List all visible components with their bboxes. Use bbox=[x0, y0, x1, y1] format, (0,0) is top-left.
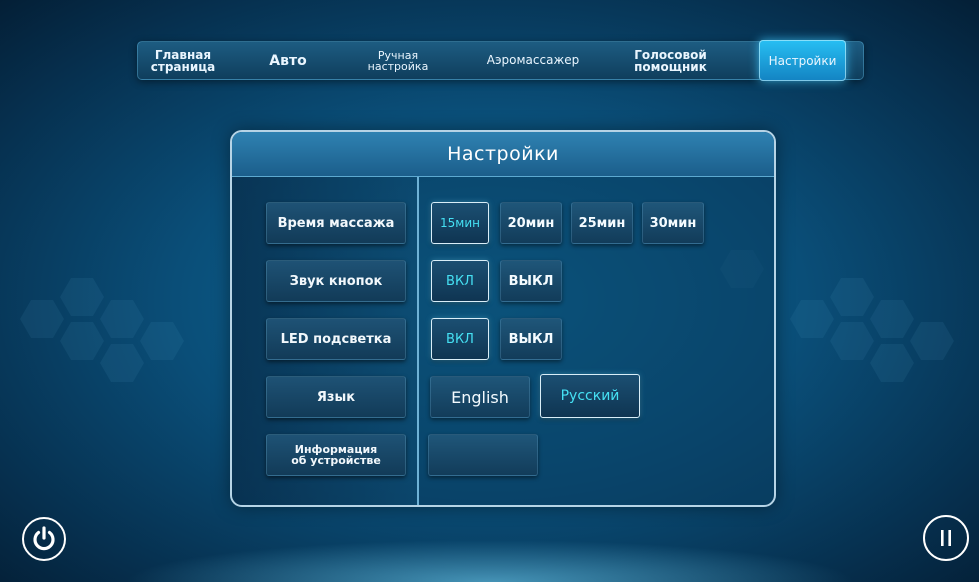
nav-item-label: Настройки bbox=[768, 53, 837, 68]
button-sound-off[interactable]: ВЫКЛ bbox=[500, 260, 562, 302]
nav-item-label: Главная страница bbox=[150, 47, 216, 74]
power-button[interactable] bbox=[22, 517, 66, 561]
led-on[interactable]: ВКЛ bbox=[431, 318, 489, 360]
nav-item-home[interactable]: Главная страница bbox=[148, 42, 218, 79]
device-info-button[interactable]: Информация об устройстве bbox=[266, 434, 406, 476]
hex-decoration bbox=[100, 344, 144, 382]
language-label: Язык bbox=[266, 376, 406, 418]
pause-button[interactable] bbox=[923, 515, 969, 561]
nav-item-manual[interactable]: Ручная настройка bbox=[358, 42, 438, 79]
panel-title: Настройки bbox=[447, 143, 559, 165]
hex-decoration bbox=[20, 300, 64, 338]
time-option-15[interactable]: 15мин bbox=[431, 202, 489, 244]
time-option-25[interactable]: 25мин bbox=[571, 202, 633, 244]
hex-decoration bbox=[830, 278, 874, 316]
nav-item-settings[interactable]: Настройки bbox=[759, 40, 846, 81]
hex-decoration bbox=[830, 322, 874, 360]
hex-decoration bbox=[100, 300, 144, 338]
hex-decoration bbox=[60, 278, 104, 316]
led-backlight-label: LED подсветка bbox=[266, 318, 406, 360]
nav-item-label: Аэромассажер bbox=[486, 53, 580, 67]
nav-item-auto[interactable]: Авто bbox=[248, 42, 328, 79]
language-russian[interactable]: Русский bbox=[540, 374, 640, 418]
power-icon bbox=[33, 526, 55, 551]
nav-item-label: Голосовой помощник bbox=[634, 47, 707, 74]
hex-decoration bbox=[60, 322, 104, 360]
hex-decoration bbox=[790, 300, 834, 338]
hex-decoration bbox=[140, 322, 184, 360]
nav-item-voice-assistant[interactable]: Голосовой помощник bbox=[623, 42, 718, 79]
pause-icon bbox=[941, 530, 951, 546]
hex-decoration bbox=[910, 322, 954, 360]
nav-item-label: Авто bbox=[269, 52, 307, 69]
led-off[interactable]: ВЫКЛ bbox=[500, 318, 562, 360]
time-option-30[interactable]: 30мин bbox=[642, 202, 704, 244]
nav-item-aeromassage[interactable]: Аэромассажер bbox=[468, 42, 598, 79]
hex-decoration bbox=[870, 300, 914, 338]
hex-decoration bbox=[870, 344, 914, 382]
language-english[interactable]: English bbox=[430, 376, 530, 418]
button-sound-label: Звук кнопок bbox=[266, 260, 406, 302]
nav-item-label: Ручная настройка bbox=[367, 48, 429, 73]
button-sound-on[interactable]: ВКЛ bbox=[431, 260, 489, 302]
device-info-field bbox=[428, 434, 538, 476]
settings-panel: Настройки Время массажа Звук кнопок LED … bbox=[230, 130, 776, 507]
top-nav-bar: Главная страница Авто Ручная настройка А… bbox=[137, 40, 864, 81]
massage-time-label: Время массажа bbox=[266, 202, 406, 244]
time-option-20[interactable]: 20мин bbox=[500, 202, 562, 244]
